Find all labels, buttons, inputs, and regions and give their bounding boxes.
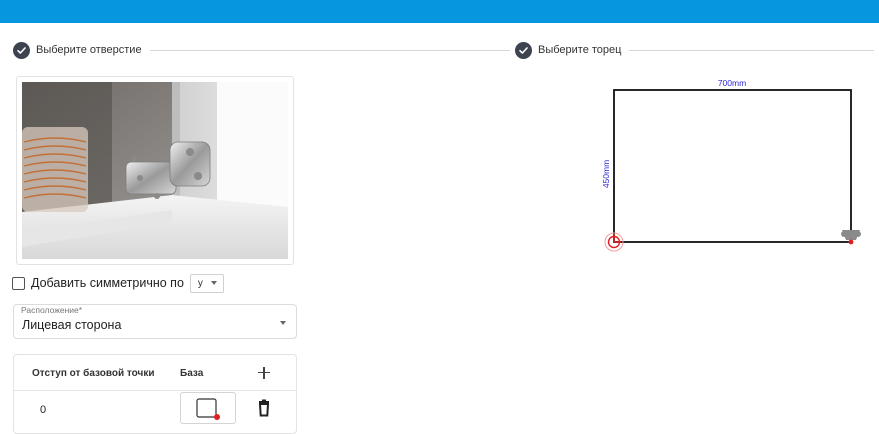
axis-select-value: y [197,277,203,289]
trash-icon [258,399,270,417]
step-select-hole: Выберите отверстие [13,41,510,59]
delete-row-button[interactable] [256,399,272,417]
panel-outline[interactable] [613,89,852,243]
chevron-down-icon [210,281,217,285]
placement-value: Лицевая сторона [22,318,122,332]
symmetric-checkbox[interactable] [12,276,25,290]
base-point-icon [196,398,220,420]
check-circle-icon [515,41,532,59]
divider [149,49,510,51]
offsets-table: Отступ от базовой точки База 0 [13,354,297,434]
check-circle-icon [13,41,30,59]
placement-select[interactable]: Расположение* Лицевая сторона [13,304,297,339]
edge-selection-canvas[interactable]: 700mm 450mm [590,70,875,265]
hinge-image-card[interactable] [16,76,294,265]
step-label: Выберите отверстие [36,44,142,56]
base-point-button[interactable] [180,392,236,424]
add-row-button[interactable] [252,361,276,385]
hinge-photo [22,82,288,259]
axis-select[interactable]: y [189,273,224,293]
column-header-offset: Отступ от базовой точки [32,368,155,379]
column-header-base: База [180,368,204,379]
symmetric-row: Добавить симметрично по y [12,273,224,293]
divider [629,49,874,51]
origin-marker-icon[interactable] [604,232,624,252]
symmetric-label: Добавить симметрично по [31,276,184,290]
top-app-bar [0,0,879,23]
step-label: Выберите торец [538,44,622,56]
placement-label: Расположение* [21,305,83,315]
table-header: Отступ от базовой точки База [14,355,296,391]
width-dimension-label: 700mm [718,78,746,88]
step-select-edge: Выберите торец [515,41,874,59]
offset-cell[interactable]: 0 [40,404,46,416]
chevron-down-icon [280,321,286,325]
height-dimension-label: 450mm [601,160,611,188]
